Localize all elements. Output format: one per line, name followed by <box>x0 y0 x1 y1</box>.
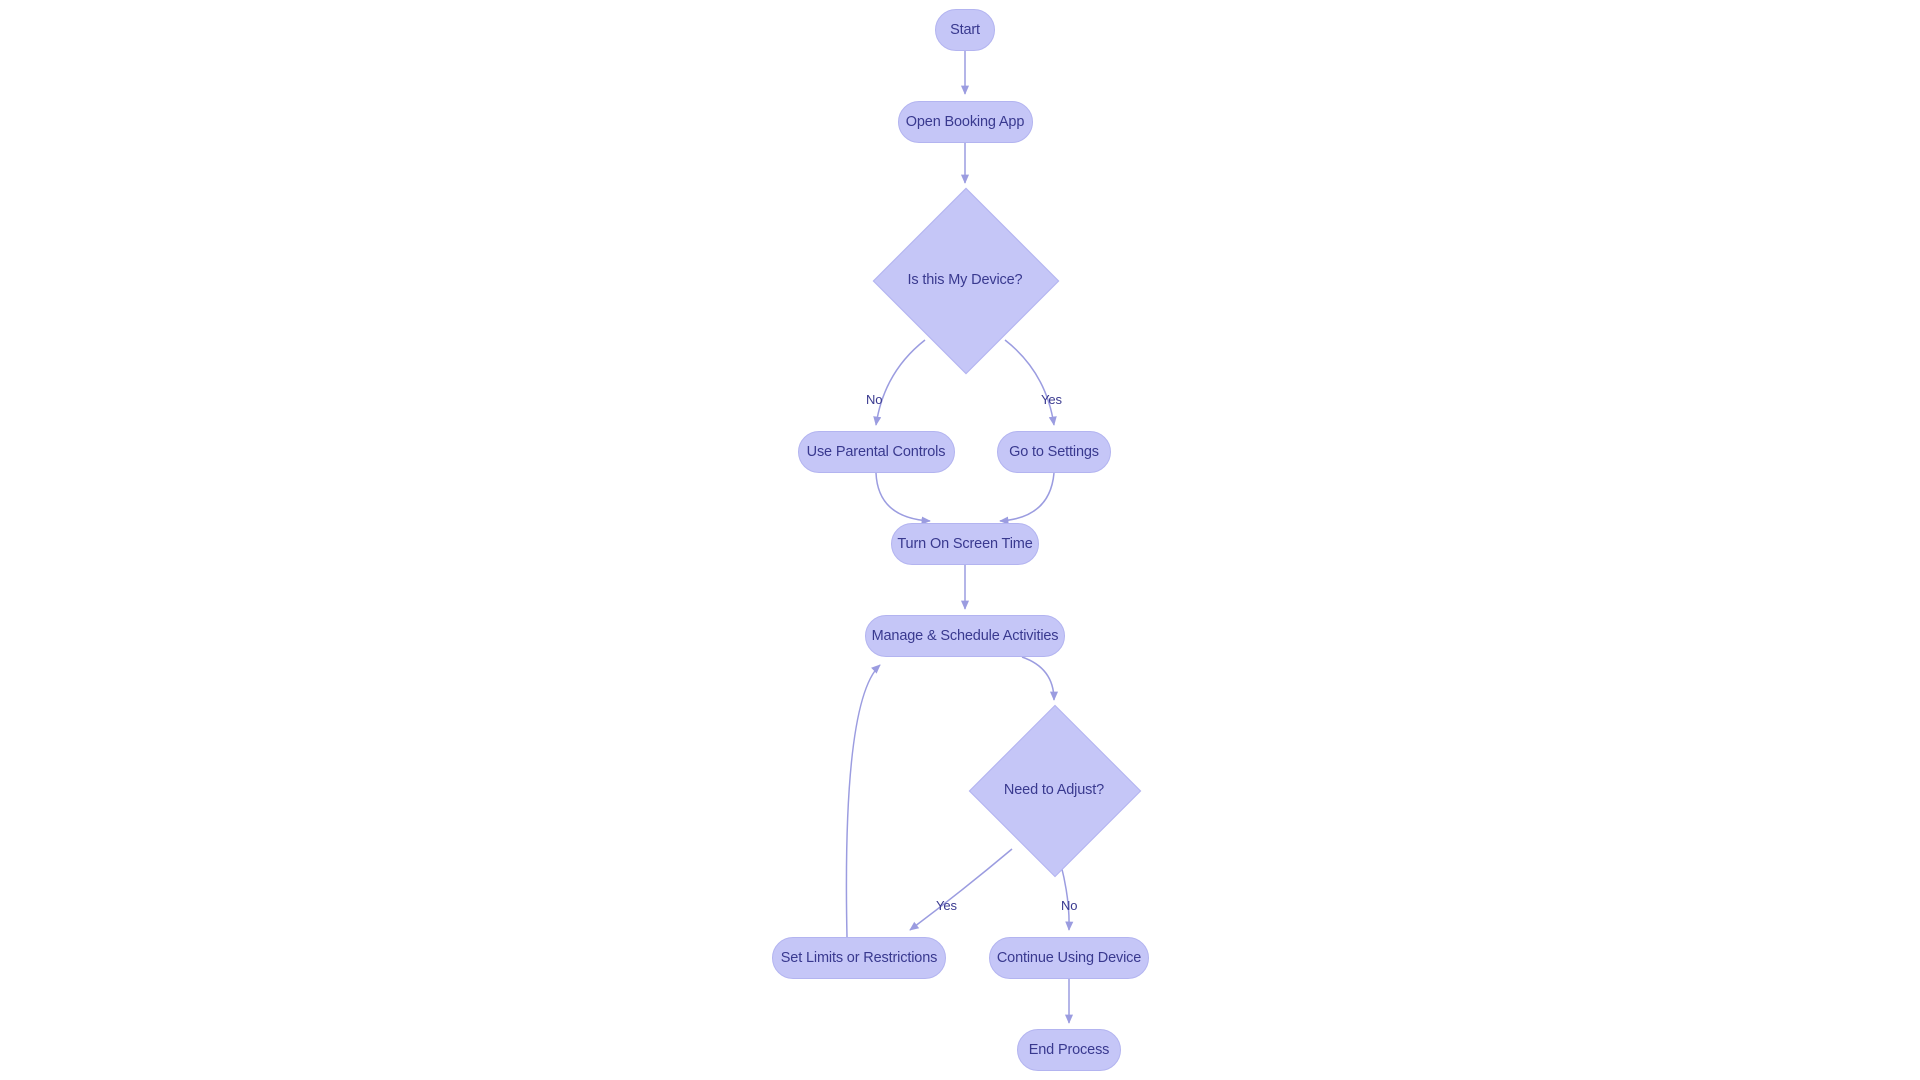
node-start[interactable]: Start <box>935 9 995 51</box>
node-manage-schedule-activities-label: Manage & Schedule Activities <box>871 627 1059 644</box>
node-set-limits-or-restrictions-label: Set Limits or Restrictions <box>780 949 938 966</box>
node-end-process-label: End Process <box>1028 1041 1110 1058</box>
node-manage-schedule-activities[interactable]: Manage & Schedule Activities <box>865 615 1065 657</box>
node-use-parental-controls[interactable]: Use Parental Controls <box>797 431 955 473</box>
node-turn-on-screen-time-label: Turn On Screen Time <box>897 535 1033 552</box>
edge-label-yes-adjust: Yes <box>936 898 957 913</box>
node-continue-using-device[interactable]: Continue Using Device <box>989 937 1149 979</box>
edge-need-to-adjust-to-set-limits-or-restrictions <box>909 848 1013 931</box>
edge-is-this-my-device-to-go-to-settings <box>1004 339 1057 426</box>
edge-manage-schedule-activities-to-need-to-adjust <box>1021 656 1059 701</box>
node-set-limits-or-restrictions[interactable]: Set Limits or Restrictions <box>772 937 946 979</box>
node-continue-using-device-label: Continue Using Device <box>996 949 1142 966</box>
node-open-booking-app-label: Open Booking App <box>905 113 1025 130</box>
node-start-label: Start <box>950 21 980 38</box>
edge-set-limits-or-restrictions-to-manage-schedule-activities <box>845 664 881 938</box>
edge-label-no-adjust: No <box>1061 898 1078 913</box>
edge-is-this-my-device-to-use-parental-controls <box>873 339 926 426</box>
edge-use-parental-controls-to-turn-on-screen-time <box>875 472 931 525</box>
edge-label-no-device: No <box>866 392 883 407</box>
edge-label-yes-device: Yes <box>1041 392 1062 407</box>
edge-go-to-settings-to-turn-on-screen-time <box>999 472 1055 525</box>
node-go-to-settings-label: Go to Settings <box>1009 443 1099 460</box>
flowchart-canvas: Start Open Booking App Is this My Device… <box>0 0 1920 1080</box>
node-end-process[interactable]: End Process <box>1017 1029 1121 1071</box>
node-turn-on-screen-time[interactable]: Turn On Screen Time <box>891 523 1039 565</box>
node-go-to-settings[interactable]: Go to Settings <box>997 431 1111 473</box>
node-use-parental-controls-label: Use Parental Controls <box>806 443 946 460</box>
node-open-booking-app[interactable]: Open Booking App <box>897 101 1033 143</box>
